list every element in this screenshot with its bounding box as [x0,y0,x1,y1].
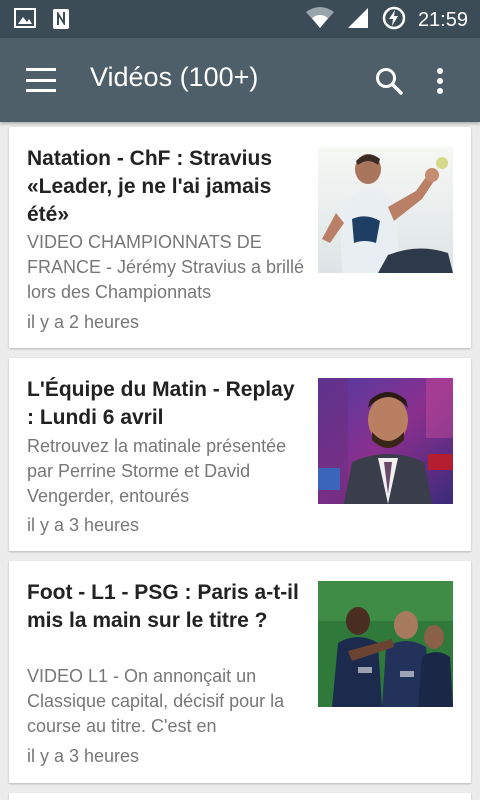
card-description: VIDEO CHAMPIONNATS DE FRANCE - Jérémy St… [27,232,305,302]
card-time: il y a 3 heures [27,515,140,535]
search-icon[interactable] [374,66,404,100]
football-players-thumbnail [318,581,453,707]
menu-icon[interactable] [26,68,56,92]
signal-icon [346,6,370,34]
card-time: il y a 2 heures [27,312,140,332]
video-feed[interactable]: Natation - ChF : Stravius «Leader, je ne… [0,122,480,800]
app-notification-icon [52,8,70,34]
battery-charging-icon [382,6,406,34]
app-bar: Vidéos (100+) [0,38,480,122]
card-title: Natation - ChF : Stravius «Leader, je ne… [27,147,273,226]
card-title: L'Équipe du Matin - Replay : Lundi 6 avr… [27,378,295,429]
tv-presenter-thumbnail [318,378,453,504]
swimmer-thumbnail [318,147,453,273]
overflow-menu-icon[interactable] [434,66,446,100]
video-card[interactable]: L'Équipe du Matin - Replay : Lundi 6 avr… [9,358,471,551]
video-card[interactable]: Natation - ChF : Stravius «Leader, je ne… [9,127,471,348]
status-time: 21:59 [417,8,468,31]
card-description: VIDEO L1 - On annonçait un Classique cap… [27,666,285,736]
image-notification-icon [14,8,36,34]
page-title: Vidéos (100+) [90,62,259,92]
status-bar: 21:59 [0,0,480,38]
card-time: il y a 3 heures [27,746,140,766]
video-card[interactable]: Foot - L1 - PSG : Paris a-t-il mis la ma… [9,561,471,783]
video-card-partial[interactable] [9,793,471,800]
wifi-icon [305,7,334,33]
card-description: Retrouvez la matinale présentée par Perr… [27,436,287,506]
card-title: Foot - L1 - PSG : Paris a-t-il mis la ma… [27,581,299,632]
